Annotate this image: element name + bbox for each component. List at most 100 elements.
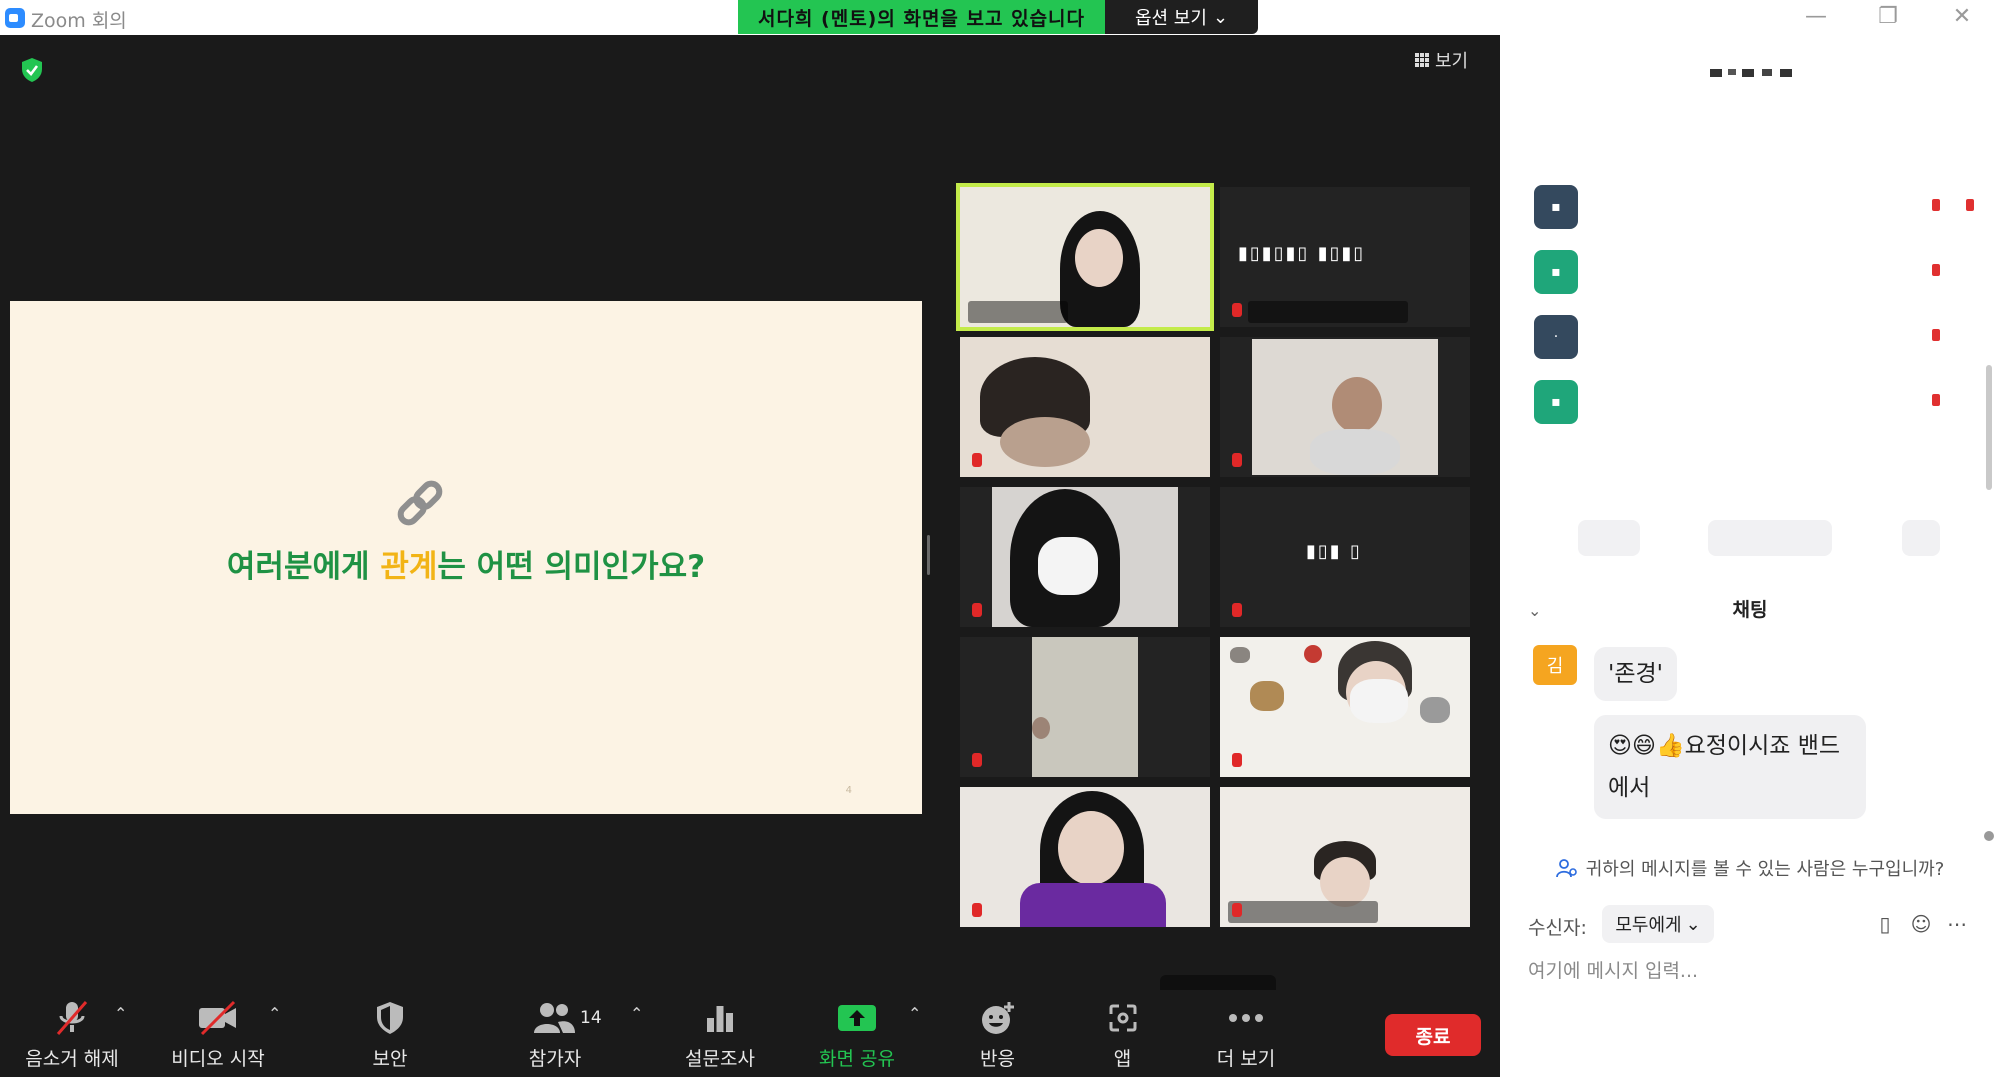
security-label: 보안 bbox=[372, 1048, 408, 1070]
participant-status-icons bbox=[1926, 199, 1974, 215]
security-button[interactable]: 보안 bbox=[340, 990, 440, 1077]
unmute-button[interactable]: 음소거 해제 bbox=[14, 990, 130, 1077]
chevron-down-icon: ⌄ bbox=[1685, 913, 1701, 935]
panel-scrollbar[interactable] bbox=[1986, 365, 1992, 490]
muted-mic-icon bbox=[1232, 453, 1242, 467]
participant-row[interactable]: ▪ bbox=[1534, 185, 1974, 229]
participant-status-icons bbox=[1926, 329, 1974, 345]
apps-label: 앱 bbox=[1113, 1048, 1132, 1070]
more-button[interactable]: 더 보기 bbox=[1196, 990, 1296, 1077]
polls-label: 설문조사 bbox=[685, 1048, 755, 1070]
highlight-word: 관계 bbox=[380, 549, 438, 585]
screen-share-banner: 서다희 (멘토)의 화면을 보고 있습니다 bbox=[738, 0, 1105, 34]
slide-question: 여러분에게 관계는 어떤 의미인가요? bbox=[226, 549, 706, 585]
participant-avatar: ▪ bbox=[1534, 185, 1578, 229]
video-tile[interactable] bbox=[1220, 787, 1470, 927]
panel-header-obscured-text bbox=[1710, 69, 1792, 77]
view-layout-button[interactable]: 보기 bbox=[1415, 47, 1468, 73]
chat-message: '존경' bbox=[1594, 647, 1677, 701]
chevron-down-icon: ⌄ bbox=[1212, 6, 1229, 28]
recipient-select[interactable]: 모두에게 ⌄ bbox=[1602, 905, 1714, 943]
start-video-button[interactable]: 비디오 시작 bbox=[160, 990, 276, 1077]
muted-mic-icon bbox=[972, 453, 982, 467]
participant-name-card: ▮▯▮▯▮▯ ▮▯▮▯ bbox=[1238, 243, 1366, 264]
participants-icon bbox=[533, 998, 577, 1038]
video-tile[interactable] bbox=[960, 337, 1210, 477]
split-divider-handle[interactable] bbox=[927, 535, 930, 575]
shared-screen-slide: 여러분에게 관계는 어떤 의미인가요? 4 bbox=[10, 301, 922, 814]
participant-avatar: · bbox=[1534, 315, 1578, 359]
video-tile[interactable]: ▮▯▮▯▮▯ ▮▯▮▯ bbox=[1220, 187, 1470, 327]
restore-button[interactable]: ❐ bbox=[1868, 2, 1908, 32]
participants-button[interactable]: 참가자 bbox=[505, 990, 605, 1077]
end-meeting-button[interactable]: 종료 bbox=[1385, 1014, 1481, 1056]
muted-microphone-icon bbox=[52, 998, 92, 1038]
person-icon bbox=[1555, 859, 1577, 878]
slide-page-number: 4 bbox=[845, 785, 852, 796]
participant-name-card: ▮▯▮ ▯ bbox=[1306, 541, 1362, 562]
shield-check-icon[interactable] bbox=[20, 57, 44, 83]
chat-title: 채팅 bbox=[1732, 599, 1768, 621]
grid-icon bbox=[1415, 53, 1429, 67]
chat-message-input[interactable] bbox=[1528, 951, 1968, 991]
video-tile[interactable] bbox=[1220, 637, 1470, 777]
video-tile[interactable] bbox=[960, 637, 1210, 777]
start-video-label: 비디오 시작 bbox=[171, 1048, 265, 1070]
video-tile[interactable]: ▮▯▮ ▯ bbox=[1220, 487, 1470, 627]
muted-mic-icon bbox=[972, 603, 982, 617]
video-tile[interactable] bbox=[960, 487, 1210, 627]
unmute-label: 음소거 해제 bbox=[25, 1048, 119, 1070]
video-tile[interactable] bbox=[956, 183, 1214, 331]
muted-mic-icon bbox=[1232, 303, 1242, 317]
title-bar: Zoom 회의 서다희 (멘토)의 화면을 보고 있습니다 옵션 보기 ⌄ — … bbox=[0, 0, 2000, 35]
recipient-value: 모두에게 bbox=[1615, 915, 1682, 936]
participants-action-button[interactable] bbox=[1578, 520, 1640, 556]
share-options-caret-icon[interactable]: ⌃ bbox=[908, 1004, 921, 1023]
muted-mic-icon bbox=[1232, 903, 1242, 917]
security-shield-icon bbox=[374, 998, 406, 1038]
muted-mic-icon bbox=[972, 753, 982, 767]
more-options-icon[interactable]: ⋯ bbox=[1944, 911, 1970, 937]
bar-chart-icon bbox=[704, 998, 736, 1038]
zoom-logo-icon bbox=[5, 8, 25, 28]
audio-options-caret-icon[interactable]: ⌃ bbox=[114, 1004, 127, 1023]
privacy-note-label: 귀하의 메시지를 볼 수 있는 사람은 누구입니까? bbox=[1585, 859, 1945, 880]
emoji-icon[interactable]: ☺ bbox=[1908, 911, 1934, 937]
participants-options-caret-icon[interactable]: ⌃ bbox=[630, 1004, 643, 1023]
share-screen-button[interactable]: 화면 공유 bbox=[805, 990, 909, 1077]
view-layout-label: 보기 bbox=[1435, 51, 1469, 72]
chat-message: 😍😄👍요정이시죠 밴드에서 bbox=[1594, 715, 1866, 819]
more-label: 더 보기 bbox=[1216, 1048, 1276, 1070]
recipient-label: 수신자: bbox=[1528, 917, 1587, 939]
video-off-icon bbox=[196, 998, 240, 1038]
participants-action-button[interactable] bbox=[1902, 520, 1940, 556]
share-screen-icon bbox=[837, 998, 877, 1038]
side-panel: ▪ ▪ · ▪ ⌄ 채팅 김 '존경' 😍😄👍요정이시죠 밴드에서 귀하의 메시… bbox=[1500, 35, 2000, 1077]
participant-row[interactable]: · bbox=[1534, 315, 1974, 359]
muted-mic-icon bbox=[972, 903, 982, 917]
participant-avatar: ▪ bbox=[1534, 250, 1578, 294]
window-title: Zoom 회의 bbox=[31, 10, 127, 32]
participants-label: 참가자 bbox=[528, 1048, 582, 1070]
participant-row[interactable]: ▪ bbox=[1534, 250, 1974, 294]
participant-row[interactable]: ▪ bbox=[1534, 380, 1974, 424]
participant-status-icons bbox=[1926, 264, 1974, 280]
close-button[interactable]: ✕ bbox=[1942, 2, 1982, 32]
view-options-label: 옵션 보기 bbox=[1134, 8, 1207, 29]
reactions-label: 반응 bbox=[980, 1048, 1015, 1070]
meeting-toolbar: 음소거 해제 ⌃ 비디오 시작 ⌃ 보안 참가자 14 ⌃ 설문조사 화면 공유… bbox=[0, 990, 1500, 1077]
chat-scrollbar-thumb[interactable] bbox=[1984, 831, 1994, 841]
participants-action-button[interactable] bbox=[1708, 520, 1832, 556]
minimize-button[interactable]: — bbox=[1796, 2, 1836, 32]
video-options-caret-icon[interactable]: ⌃ bbox=[268, 1004, 281, 1023]
view-options-button[interactable]: 옵션 보기 ⌄ bbox=[1105, 0, 1258, 34]
reactions-button[interactable]: 반응 bbox=[950, 990, 1045, 1077]
participant-avatar: ▪ bbox=[1534, 380, 1578, 424]
file-icon[interactable]: ▯ bbox=[1872, 911, 1898, 937]
message-visibility-link[interactable]: 귀하의 메시지를 볼 수 있는 사람은 누구입니까? bbox=[1500, 855, 2000, 881]
meeting-area: 보기 여러분에게 관계는 어떤 의미인가요? 4 ▮▯▮▯▮▯ ▮▯▮▯ ▮▯▮… bbox=[0, 35, 1500, 1077]
apps-button[interactable]: 앱 bbox=[1075, 990, 1170, 1077]
polls-button[interactable]: 설문조사 bbox=[670, 990, 770, 1077]
video-tile[interactable] bbox=[960, 787, 1210, 927]
video-tile[interactable] bbox=[1220, 337, 1470, 477]
